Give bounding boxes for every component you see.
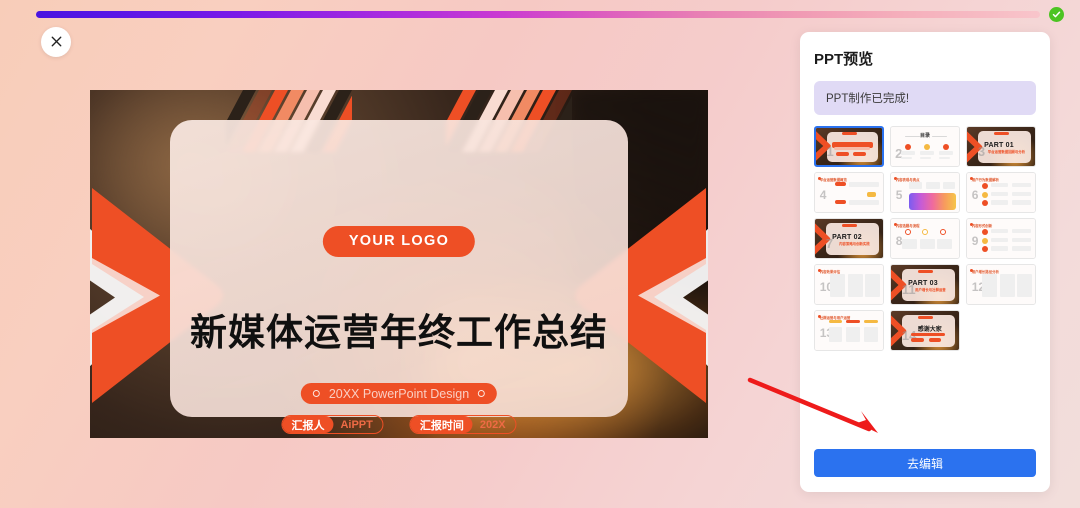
slide-logo: YOUR LOGO [322,226,476,257]
meta-value-presenter: AiPPT [340,418,373,431]
slide-thumbnail-10[interactable]: 内容效果评估 10 [814,264,884,305]
slide-thumbnail-grid[interactable]: 1 目录 2 3 PART 01 平台运营数据回顾与分析平台运营数据概览 4 内容表现与亮点 5… [814,126,1036,426]
progress-bar-fill [36,11,1040,18]
meta-chip-presenter: 汇报人 AiPPT [281,415,384,434]
slide-thumbnail-7[interactable]: 7 PART 02 内容策略与创新实践 [814,218,884,259]
slide-thumbnail-5[interactable]: 内容表现与亮点 5 [890,172,960,213]
slide-thumbnail-13[interactable]: 社群运营与用户运营 13 [814,310,884,351]
slide-thumbnail-6[interactable]: 用户行为数据解析 6 [966,172,1036,213]
slide-thumbnail-1[interactable]: 1 [814,126,884,167]
slide-thumbnail-2[interactable]: 目录 2 [890,126,960,167]
slide-subtitle-text: 20XX PowerPoint Design [328,386,470,401]
slide-subtitle: 20XX PowerPoint Design [300,383,498,404]
meta-key-presenter: 汇报人 [282,416,334,433]
generation-progress [36,7,1064,22]
slide-title: 新媒体运营年终工作总结 [190,312,608,353]
go-to-edit-button[interactable]: 去编辑 [814,449,1036,477]
close-icon [51,35,62,50]
check-circle-icon [1049,7,1064,22]
close-button[interactable] [41,27,71,57]
ring-icon-right [478,390,486,397]
slide-thumbnail-12[interactable]: 用户增长路径分析 12 [966,264,1036,305]
slide-thumbnail-11[interactable]: 11 PART 03 用户增长与社群运营 [890,264,960,305]
slide-preview[interactable]: YOUR LOGO 新媒体运营年终工作总结 20XX PowerPoint De… [90,90,708,438]
slide-thumbnail-3[interactable]: 3 PART 01 平台运营数据回顾与分析 [966,126,1036,167]
status-message: PPT制作已完成! [814,81,1036,115]
slide-thumbnail-14[interactable]: 14 感谢大家 [890,310,960,351]
ppt-preview-panel: PPT预览 PPT制作已完成! 1 目录 2 3 PART 01 平台运营数据回顾与分析平… [800,32,1050,492]
meta-value-date: 202X [479,418,506,431]
meta-key-date: 汇报时间 [410,416,473,433]
slide-thumbnail-8[interactable]: 内容选题与流程 8 [890,218,960,259]
meta-chip-date: 汇报时间 202X [409,415,517,434]
ring-icon-left [312,390,320,397]
panel-title: PPT预览 [814,51,874,68]
slide-content-card [170,120,628,417]
slide-meta-row: 汇报人 AiPPT 汇报时间 202X [281,415,517,434]
slide-thumbnail-4[interactable]: 平台运营数据概览 4 [814,172,884,213]
slide-thumbnail-9[interactable]: 内容形式创新 9 [966,218,1036,259]
